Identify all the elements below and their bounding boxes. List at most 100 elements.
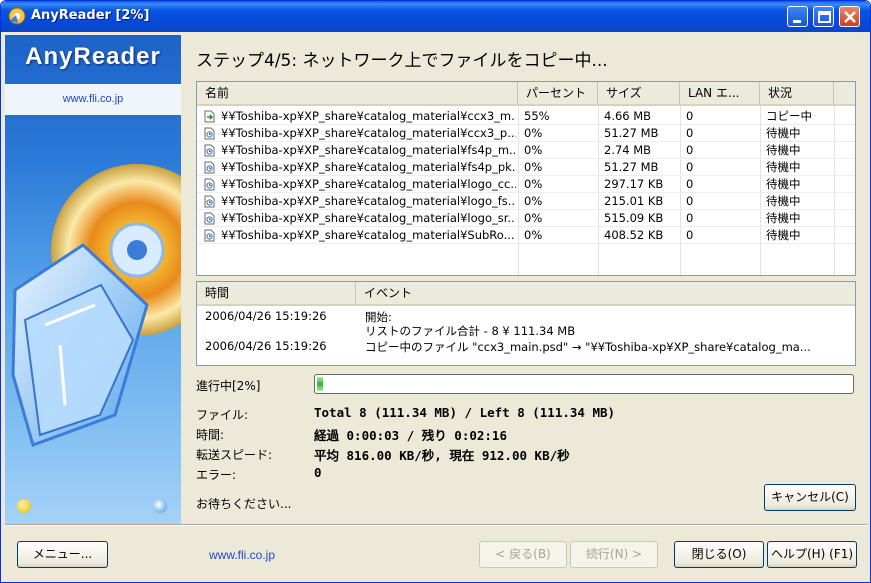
close-window-button[interactable] bbox=[839, 6, 860, 27]
back-button[interactable]: < 戻る(B) bbox=[479, 541, 567, 568]
column-header-filler bbox=[834, 82, 855, 104]
file-name-cell: ¥¥Toshiba-xp¥XP_share¥catalog_material¥l… bbox=[221, 211, 516, 225]
smiley-icon bbox=[17, 499, 31, 513]
size-cell: 215.01 KB bbox=[604, 194, 664, 208]
column-header-lan-errors[interactable]: LAN エ... bbox=[680, 82, 760, 104]
progress-bar-fill bbox=[317, 377, 325, 391]
waiting-file-icon bbox=[204, 195, 215, 208]
percent-cell: 55% bbox=[524, 109, 550, 123]
status-cell: 待機中 bbox=[766, 143, 801, 157]
progress-segment bbox=[317, 377, 323, 391]
event-text: リストのファイル合計 - 8 ¥ 111.34 MB bbox=[365, 324, 576, 338]
help-button[interactable]: ヘルプ(H) (F1) bbox=[767, 541, 857, 568]
lan-error-cell: 0 bbox=[686, 177, 694, 191]
lan-error-cell: 0 bbox=[686, 228, 694, 242]
size-cell: 515.09 KB bbox=[604, 211, 664, 225]
disc-and-folder-illustration bbox=[11, 164, 181, 447]
error-value: 0 bbox=[314, 465, 322, 480]
brand-logo-text: AnyReader bbox=[25, 43, 161, 70]
column-header-name[interactable]: 名前 bbox=[197, 82, 518, 104]
file-list[interactable]: 名前 パーセント サイズ LAN エ... 状況 ¥¥Toshiba-xp¥XP… bbox=[196, 81, 856, 276]
column-header-status[interactable]: 状況 bbox=[760, 82, 834, 104]
status-cell: 待機中 bbox=[766, 160, 801, 174]
title-bar[interactable]: AnyReader [2%] bbox=[1, 1, 870, 32]
file-name-cell: ¥¥Toshiba-xp¥XP_share¥catalog_material¥l… bbox=[221, 194, 516, 208]
menu-button[interactable]: メニュー... bbox=[17, 541, 108, 568]
lan-error-cell: 0 bbox=[686, 126, 694, 140]
lan-error-cell: 0 bbox=[686, 160, 694, 174]
status-cell: 待機中 bbox=[766, 194, 801, 208]
waiting-file-icon bbox=[204, 144, 215, 157]
close-icon bbox=[844, 11, 856, 23]
file-count-value: Total 8 (111.34 MB) / Left 8 (111.34 MB) bbox=[314, 405, 616, 420]
file-row[interactable]: ¥¥Toshiba-xp¥XP_share¥catalog_material¥S… bbox=[197, 227, 855, 244]
file-row[interactable]: ¥¥Toshiba-xp¥XP_share¥catalog_material¥c… bbox=[197, 108, 855, 125]
file-name-cell: ¥¥Toshiba-xp¥XP_share¥catalog_material¥l… bbox=[221, 177, 516, 191]
speed-label: 転送スピード: bbox=[196, 448, 273, 462]
status-cell: コピー中 bbox=[766, 109, 812, 123]
event-time: 2006/04/26 15:19:26 bbox=[205, 339, 327, 353]
file-name-cell: ¥¥Toshiba-xp¥XP_share¥catalog_material¥f… bbox=[221, 143, 516, 157]
status-cell: 待機中 bbox=[766, 177, 801, 191]
size-cell: 51.27 MB bbox=[604, 160, 659, 174]
file-row[interactable]: ¥¥Toshiba-xp¥XP_share¥catalog_material¥f… bbox=[197, 142, 855, 159]
column-header-percent[interactable]: パーセント bbox=[518, 82, 598, 104]
size-cell: 4.66 MB bbox=[604, 109, 652, 123]
minimize-icon bbox=[793, 20, 801, 23]
speed-value: 平均 816.00 KB/秒, 現在 912.00 KB/秒 bbox=[314, 448, 570, 463]
maximize-button[interactable] bbox=[813, 6, 834, 27]
file-count-label: ファイル: bbox=[196, 408, 249, 422]
size-cell: 297.17 KB bbox=[604, 177, 664, 191]
column-header-time[interactable]: 時間 bbox=[197, 282, 356, 304]
event-log-header: 時間 イベント bbox=[197, 282, 855, 306]
lan-error-cell: 0 bbox=[686, 194, 694, 208]
status-cell: 待機中 bbox=[766, 126, 801, 140]
copying-file-icon bbox=[204, 110, 215, 123]
footer-url-link[interactable]: www.fli.co.jp bbox=[209, 548, 275, 562]
footer-separator bbox=[5, 524, 867, 526]
percent-cell: 0% bbox=[524, 143, 543, 157]
file-row[interactable]: ¥¥Toshiba-xp¥XP_share¥catalog_material¥c… bbox=[197, 125, 855, 142]
step-title: ステップ4/5: ネットワーク上でファイルをコピー中... bbox=[196, 51, 608, 71]
time-label: 時間: bbox=[196, 428, 225, 442]
size-cell: 2.74 MB bbox=[604, 143, 652, 157]
file-row[interactable]: ¥¥Toshiba-xp¥XP_share¥catalog_material¥l… bbox=[197, 193, 855, 210]
event-time: 2006/04/26 15:19:26 bbox=[205, 309, 327, 323]
file-list-header: 名前 パーセント サイズ LAN エ... 状況 bbox=[197, 82, 855, 106]
percent-cell: 0% bbox=[524, 194, 543, 208]
side-banner: AnyReader www.fli.co.jp bbox=[5, 35, 181, 524]
row-divider bbox=[197, 243, 855, 244]
close-button[interactable]: 閉じる(O) bbox=[674, 541, 764, 568]
anyreader-app-icon bbox=[8, 7, 26, 25]
file-row[interactable]: ¥¥Toshiba-xp¥XP_share¥catalog_material¥l… bbox=[197, 210, 855, 227]
globe-icon bbox=[153, 499, 167, 513]
time-value: 経過 0:00:03 / 残り 0:02:16 bbox=[314, 428, 507, 443]
maximize-icon bbox=[818, 11, 831, 23]
size-cell: 408.52 KB bbox=[604, 228, 664, 242]
column-header-size[interactable]: サイズ bbox=[598, 82, 680, 104]
minimize-button[interactable] bbox=[787, 6, 808, 27]
file-row[interactable]: ¥¥Toshiba-xp¥XP_share¥catalog_material¥f… bbox=[197, 159, 855, 176]
percent-cell: 0% bbox=[524, 160, 543, 174]
column-header-event[interactable]: イベント bbox=[356, 282, 855, 304]
event-log[interactable]: 時間 イベント 2006/04/26 15:19:26 開始: リストのファイル… bbox=[196, 281, 856, 366]
percent-cell: 0% bbox=[524, 177, 543, 191]
percent-cell: 0% bbox=[524, 126, 543, 140]
lan-error-cell: 0 bbox=[686, 143, 694, 157]
waiting-file-icon bbox=[204, 229, 215, 242]
file-name-cell: ¥¥Toshiba-xp¥XP_share¥catalog_material¥f… bbox=[221, 160, 516, 174]
next-button[interactable]: 続行(N) > bbox=[570, 541, 658, 568]
event-text: コピー中のファイル "ccx3_main.psd" → "¥¥Toshiba-x… bbox=[365, 340, 811, 354]
banner-url: www.fli.co.jp bbox=[62, 93, 124, 105]
status-cell: 待機中 bbox=[766, 211, 801, 225]
anyreader-window: AnyReader [2%] AnyReader www.fli.co.jp ス… bbox=[0, 0, 871, 583]
waiting-file-icon bbox=[204, 161, 215, 174]
cancel-button[interactable]: キャンセル(C) bbox=[764, 484, 856, 511]
progress-label: 進行中[2%] bbox=[196, 379, 261, 393]
size-cell: 51.27 MB bbox=[604, 126, 659, 140]
progress-bar bbox=[314, 374, 854, 394]
file-row[interactable]: ¥¥Toshiba-xp¥XP_share¥catalog_material¥l… bbox=[197, 176, 855, 193]
file-name-cell: ¥¥Toshiba-xp¥XP_share¥catalog_material¥c… bbox=[221, 126, 516, 140]
percent-cell: 0% bbox=[524, 211, 543, 225]
error-label: エラー: bbox=[196, 468, 237, 482]
